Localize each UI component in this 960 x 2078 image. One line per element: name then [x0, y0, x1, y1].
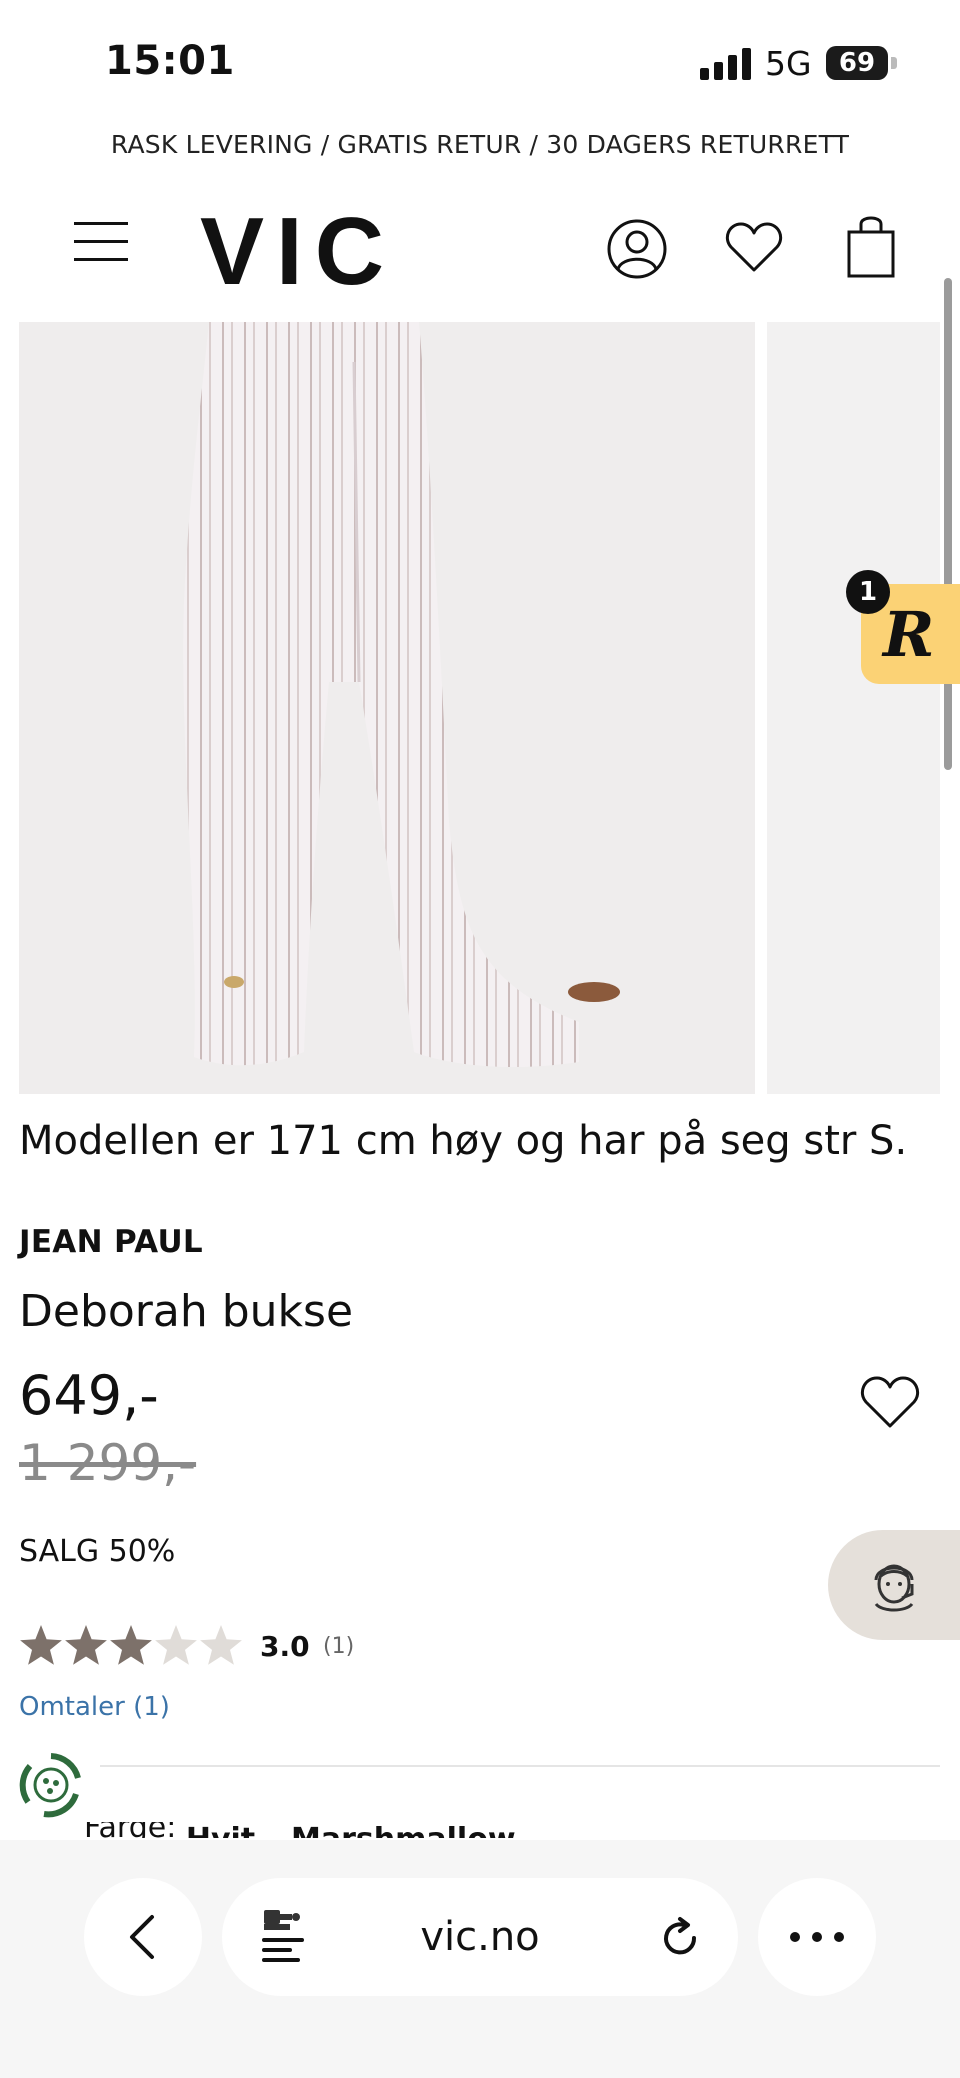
eco-recycle-icon: [19, 1753, 81, 1818]
product-name: Deborah bukse: [19, 1286, 354, 1337]
scrollbar[interactable]: [944, 278, 952, 770]
rewards-count-badge: 1: [846, 570, 890, 614]
more-icon: [790, 1932, 844, 1942]
sale-label: SALG 50%: [19, 1534, 176, 1569]
chevron-left-icon: [130, 1915, 154, 1959]
product-image[interactable]: [19, 322, 755, 1094]
color-label: Farge: Hvit – Marshmallow: [84, 1822, 684, 1838]
color-value: Hvit – Marshmallow: [186, 1822, 516, 1838]
browser-back-button[interactable]: [84, 1878, 202, 1996]
product-image-next[interactable]: [767, 322, 940, 1094]
heart-icon[interactable]: [725, 220, 783, 274]
signal-icon: [700, 48, 751, 80]
reviews-link[interactable]: Omtaler (1): [19, 1692, 170, 1722]
account-icon[interactable]: [606, 218, 668, 280]
browser-more-button[interactable]: [758, 1878, 876, 1996]
star-icon: [110, 1625, 152, 1665]
menu-icon[interactable]: [74, 220, 128, 264]
rating-value: 3.0: [260, 1630, 310, 1663]
promo-banner: RASK LEVERING / GRATIS RETUR / 30 DAGERS…: [110, 130, 850, 159]
product-price: 649,-: [19, 1364, 159, 1427]
add-to-wishlist-heart-icon[interactable]: [860, 1374, 920, 1430]
support-agent-icon: [874, 1564, 914, 1612]
rating-count: (1): [323, 1634, 355, 1659]
shopping-bag-icon[interactable]: [845, 214, 897, 278]
reload-icon[interactable]: [658, 1916, 702, 1960]
battery-icon: 69: [826, 46, 898, 80]
rewards-letter: R: [883, 598, 935, 671]
star-icon: [65, 1625, 107, 1665]
network-type: 5G: [765, 44, 812, 83]
logo-text: VIC: [200, 198, 396, 296]
star-icon: [20, 1625, 62, 1665]
rating-stars: [20, 1625, 242, 1665]
customer-service-chat-button[interactable]: [828, 1530, 960, 1640]
product-brand[interactable]: JEAN PAUL: [19, 1224, 203, 1260]
address-bar[interactable]: vic.no: [222, 1878, 738, 1996]
star-icon: [200, 1625, 242, 1665]
color-label-prefix: Farge:: [84, 1822, 176, 1838]
original-price: 1 299,-: [19, 1434, 197, 1492]
battery-level: 69: [826, 46, 888, 80]
model-info: Modellen er 171 cm høy og har på seg str…: [19, 1118, 908, 1164]
section-divider: [100, 1765, 940, 1767]
vic-logo[interactable]: VIC: [200, 196, 420, 296]
star-icon: [155, 1625, 197, 1665]
status-time: 15:01: [105, 38, 235, 84]
